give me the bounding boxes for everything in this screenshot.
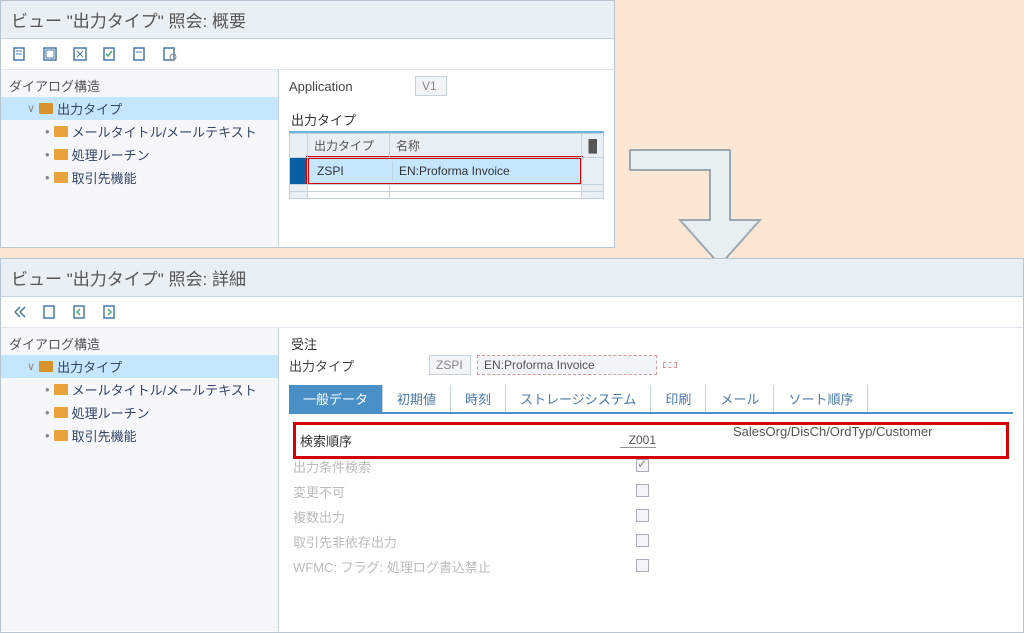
toolbar-deselect-icon[interactable] bbox=[71, 45, 89, 63]
folder-icon bbox=[54, 149, 68, 160]
wfmc-checkbox[interactable] bbox=[636, 559, 649, 572]
tab-mail[interactable]: メール bbox=[706, 385, 774, 412]
toolbar-select-all-icon[interactable] bbox=[41, 45, 59, 63]
output-type-label: 出力タイプ bbox=[289, 356, 423, 375]
toolbar-forward-icon[interactable] bbox=[101, 303, 119, 321]
search-seq-value[interactable]: Z001 bbox=[620, 433, 656, 448]
detail-window: ビュー "出力タイプ" 照会: 詳細 ダイアログ構造 ∨ 出力タイプ • メール… bbox=[0, 258, 1024, 633]
tab-print[interactable]: 印刷 bbox=[651, 385, 706, 412]
application-label: Application bbox=[289, 79, 409, 94]
sidebar-overview: ダイアログ構造 ∨ 出力タイプ • メールタイトル/メールテキスト • 処理ルー… bbox=[1, 70, 279, 246]
toolbar-back-icon[interactable] bbox=[71, 303, 89, 321]
tree-item-partner-function[interactable]: • 取引先機能 bbox=[1, 166, 278, 189]
tab-default[interactable]: 初期値 bbox=[383, 385, 451, 412]
application-value: V1 bbox=[415, 76, 447, 96]
folder-icon bbox=[39, 361, 53, 372]
multi-output-checkbox[interactable] bbox=[636, 509, 649, 522]
table-row[interactable]: ZSPI EN:Proforma Invoice bbox=[290, 158, 604, 185]
sidebar-detail: ダイアログ構造 ∨ 出力タイプ • メールタイトル/メールテキスト • 処理ルー… bbox=[1, 328, 279, 631]
toolbar-new-icon[interactable] bbox=[41, 303, 59, 321]
search-seq-label: 検索順序 bbox=[300, 431, 620, 450]
col-name[interactable]: 名称 bbox=[390, 134, 582, 158]
tree-item-partner-function[interactable]: • 取引先機能 bbox=[1, 424, 278, 447]
col-extra[interactable]: █ bbox=[582, 134, 604, 158]
no-change-label: 変更不可 bbox=[293, 482, 613, 501]
col-output-type[interactable]: 出力タイプ bbox=[308, 134, 390, 158]
toolbar-doc2-icon[interactable] bbox=[131, 45, 149, 63]
col-rowselect[interactable] bbox=[290, 134, 308, 158]
sidebar-header: ダイアログ構造 bbox=[1, 74, 278, 97]
tree-item-mail-title[interactable]: • メールタイトル/メールテキスト bbox=[1, 378, 278, 401]
toolbar-detail bbox=[1, 297, 1023, 328]
overview-window: ビュー "出力タイプ" 照会: 概要 ダイアログ構造 ∨ 出力タイプ • メール… bbox=[0, 0, 615, 248]
row-name[interactable]: EN:Proforma Invoice bbox=[393, 161, 578, 181]
content-overview: Application V1 出力タイプ 出力タイプ 名称 █ ZSPI bbox=[279, 70, 614, 246]
output-type-name: EN:Proforma Invoice bbox=[477, 355, 657, 375]
tree-item-processing-routine[interactable]: • 処理ルーチン bbox=[1, 401, 278, 424]
wfmc-label: WFMC: フラグ: 処理ログ書込禁止 bbox=[293, 557, 613, 576]
sidebar-header: ダイアログ構造 bbox=[1, 332, 278, 355]
output-type-table: 出力タイプ 名称 █ ZSPI EN:Proforma Invoice bbox=[289, 133, 604, 199]
section-order: 受注 bbox=[289, 334, 1013, 353]
folder-icon bbox=[54, 126, 68, 137]
folder-icon bbox=[54, 407, 68, 418]
general-data-panel: 検索順序 Z001 SalesOrg/DisCh/OrdTyp/Customer… bbox=[289, 414, 1013, 587]
toolbar-check-icon[interactable] bbox=[101, 45, 119, 63]
folder-icon bbox=[39, 103, 53, 114]
folder-icon bbox=[54, 430, 68, 441]
multi-output-label: 複数出力 bbox=[293, 507, 613, 526]
tabstrip: 一般データ 初期値 時刻 ストレージシステム 印刷 メール ソート順序 bbox=[289, 385, 1013, 414]
toolbar-toggle-icon[interactable] bbox=[11, 303, 29, 321]
partner-indep-checkbox[interactable] bbox=[636, 534, 649, 547]
toolbar-overview bbox=[1, 39, 614, 70]
table-row[interactable] bbox=[290, 185, 604, 192]
no-change-checkbox[interactable] bbox=[636, 484, 649, 497]
output-type-extra bbox=[663, 362, 677, 368]
folder-icon bbox=[54, 172, 68, 183]
search-seq-desc: SalesOrg/DisCh/OrdTyp/Customer bbox=[693, 424, 932, 439]
tab-sort[interactable]: ソート順序 bbox=[774, 385, 868, 412]
table-row[interactable] bbox=[290, 192, 604, 199]
toolbar-config-icon[interactable] bbox=[161, 45, 179, 63]
arrow-indicator bbox=[620, 130, 790, 270]
tab-general-data[interactable]: 一般データ bbox=[289, 385, 383, 412]
title-detail: ビュー "出力タイプ" 照会: 詳細 bbox=[1, 259, 1023, 297]
tree-root-output-type[interactable]: ∨ 出力タイプ bbox=[1, 355, 278, 378]
tree-expand-icon[interactable]: ∨ bbox=[27, 102, 35, 115]
tree-expand-icon[interactable]: ∨ bbox=[27, 360, 35, 373]
cond-search-checkbox[interactable] bbox=[636, 459, 649, 472]
section-output-type: 出力タイプ bbox=[289, 110, 604, 129]
tree-item-mail-title[interactable]: • メールタイトル/メールテキスト bbox=[1, 120, 278, 143]
folder-icon bbox=[54, 384, 68, 395]
toolbar-doc-icon[interactable] bbox=[11, 45, 29, 63]
row-selector[interactable] bbox=[290, 158, 308, 185]
row-code[interactable]: ZSPI bbox=[311, 161, 393, 181]
output-type-code: ZSPI bbox=[429, 355, 471, 375]
title-overview: ビュー "出力タイプ" 照会: 概要 bbox=[1, 1, 614, 39]
tab-storage[interactable]: ストレージシステム bbox=[506, 385, 651, 412]
partner-indep-label: 取引先非依存出力 bbox=[293, 532, 613, 551]
tab-time[interactable]: 時刻 bbox=[451, 385, 506, 412]
cond-search-label: 出力条件検索 bbox=[293, 457, 613, 476]
tree-item-processing-routine[interactable]: • 処理ルーチン bbox=[1, 143, 278, 166]
tree-root-output-type[interactable]: ∨ 出力タイプ bbox=[1, 97, 278, 120]
content-detail: 受注 出力タイプ ZSPI EN:Proforma Invoice 一般データ … bbox=[279, 328, 1023, 631]
